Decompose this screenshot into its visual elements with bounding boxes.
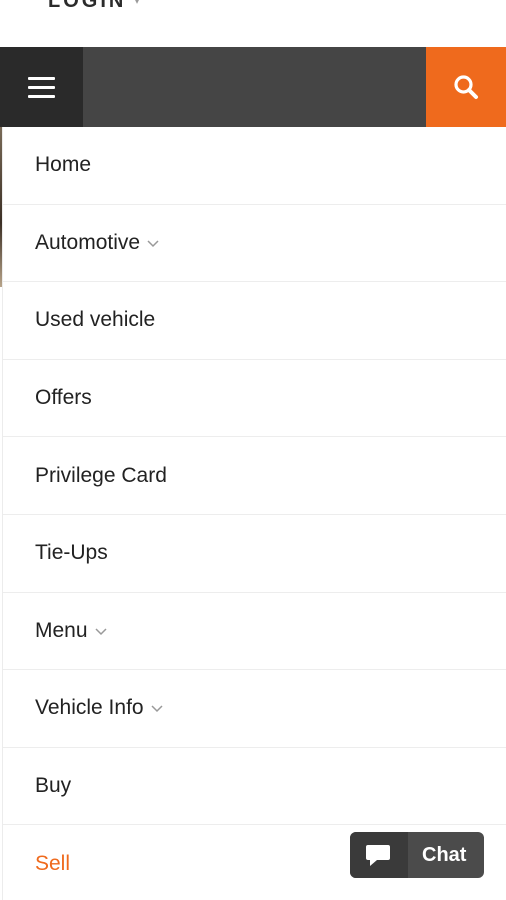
- search-button[interactable]: [426, 47, 506, 127]
- hamburger-icon-bar: [28, 86, 55, 89]
- chat-label: Chat: [422, 844, 467, 866]
- chat-bubble-icon: [366, 845, 390, 866]
- menu-item-label: Privilege Card: [35, 463, 167, 487]
- menu-item-label: Vehicle Info: [35, 696, 144, 720]
- menu-item-label: Tie-Ups: [35, 541, 108, 565]
- page: LOGIN ▾ Home Automotive Used vehicle Off…: [0, 0, 506, 900]
- menu-toggle-button[interactable]: [0, 47, 83, 127]
- menu-item-home[interactable]: Home: [3, 127, 506, 205]
- menu-item-label: Automotive: [35, 230, 141, 254]
- search-icon: [454, 75, 478, 99]
- menu-item-privilege-card[interactable]: Privilege Card: [3, 437, 506, 515]
- menu-item-automotive[interactable]: Automotive: [3, 205, 506, 283]
- hamburger-icon: [28, 77, 55, 80]
- menu-item-offers[interactable]: Offers: [3, 360, 506, 438]
- navbar: [0, 47, 506, 127]
- menu-item-label: Home: [35, 153, 92, 177]
- menu-item-tie-ups[interactable]: Tie-Ups: [3, 515, 506, 593]
- menu-item-label: Used vehicle: [35, 308, 156, 332]
- chevron-down-icon: [147, 240, 159, 247]
- nav-menu: Home Automotive Used vehicle Offers Priv…: [2, 127, 506, 900]
- menu-item-label: Menu: [35, 618, 88, 642]
- chat-button[interactable]: Chat: [350, 832, 484, 878]
- hamburger-icon-bar: [28, 95, 55, 98]
- chevron-down-icon: [95, 628, 107, 635]
- chat-icon-box: [350, 832, 408, 878]
- login-link[interactable]: LOGIN: [48, 0, 126, 11]
- login-caret-icon[interactable]: ▾: [134, 0, 140, 6]
- menu-item-label: Offers: [35, 386, 92, 410]
- chevron-down-icon: [151, 705, 163, 713]
- top-strip: LOGIN ▾: [0, 0, 506, 47]
- menu-item-menu[interactable]: Menu: [3, 593, 506, 671]
- menu-item-buy[interactable]: Buy: [3, 748, 506, 826]
- menu-item-vehicle-info[interactable]: Vehicle Info: [3, 670, 506, 748]
- menu-item-label: Sell: [35, 852, 71, 876]
- menu-item-label: Buy: [35, 774, 72, 798]
- menu-item-used-vehicle[interactable]: Used vehicle: [3, 282, 506, 360]
